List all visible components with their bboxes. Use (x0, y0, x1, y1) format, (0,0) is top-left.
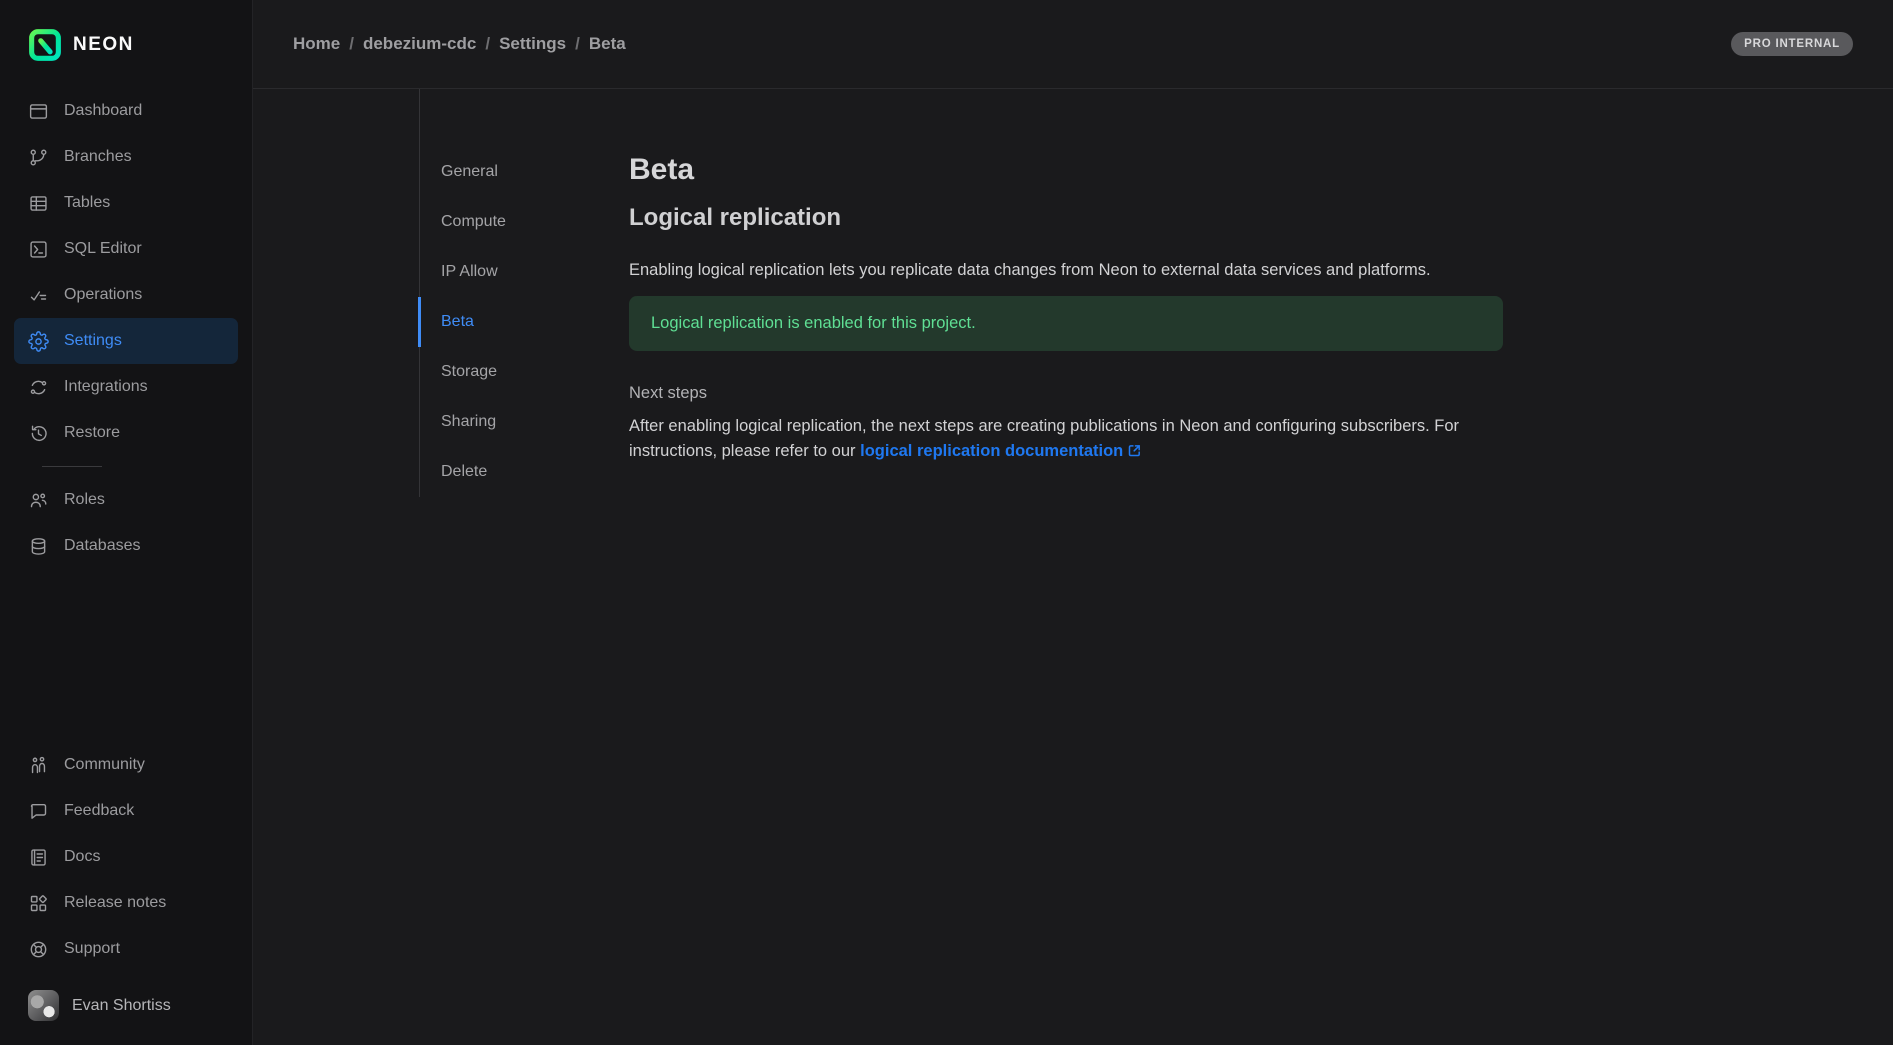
page-header: Home / debezium-cdc / Settings / Beta PR… (253, 0, 1893, 89)
sidebar: NEON Dashboard Branches Tables SQL Edito… (0, 0, 253, 1045)
sidebar-item-settings[interactable]: Settings (14, 318, 238, 364)
settings-tab-general[interactable]: General (418, 147, 629, 197)
success-banner-text: Logical replication is enabled for this … (651, 314, 976, 332)
sidebar-item-support[interactable]: Support (14, 926, 238, 972)
settings-tab-sharing[interactable]: Sharing (418, 397, 629, 447)
sidebar-item-label: Integrations (64, 375, 148, 399)
sidebar-nav-secondary: Roles Databases (14, 477, 238, 569)
branches-icon (28, 147, 49, 168)
sidebar-item-label: Feedback (64, 799, 134, 823)
brand-name: NEON (73, 34, 134, 56)
sidebar-nav-footer: Community Feedback Docs Release notes Su… (14, 742, 238, 972)
sidebar-item-databases[interactable]: Databases (14, 523, 238, 569)
next-steps-text: After enabling logical replication, the … (629, 414, 1489, 466)
community-icon (28, 755, 49, 776)
breadcrumb-project[interactable]: debezium-cdc (363, 34, 476, 54)
settings-tab-storage[interactable]: Storage (418, 347, 629, 397)
database-icon (28, 536, 49, 557)
sidebar-nav-main: Dashboard Branches Tables SQL Editor Ope… (14, 88, 238, 456)
sidebar-item-label: SQL Editor (64, 237, 142, 261)
sidebar-item-dashboard[interactable]: Dashboard (14, 88, 238, 134)
breadcrumb-separator: / (575, 34, 580, 54)
next-steps-label: Next steps (629, 381, 1503, 406)
sidebar-spacer (14, 569, 238, 742)
sidebar-item-branches[interactable]: Branches (14, 134, 238, 180)
sidebar-item-community[interactable]: Community (14, 742, 238, 788)
documentation-link-label: logical replication documentation (860, 442, 1123, 460)
plan-badge: PRO INTERNAL (1731, 32, 1853, 56)
main-area: Home / debezium-cdc / Settings / Beta PR… (253, 0, 1893, 1045)
sidebar-item-label: Branches (64, 145, 132, 169)
user-name: Evan Shortiss (72, 997, 171, 1015)
neon-logo-icon (28, 28, 62, 62)
docs-icon (28, 847, 49, 868)
sql-editor-icon (28, 239, 49, 260)
settings-tab-beta[interactable]: Beta (418, 297, 629, 347)
operations-icon (28, 285, 49, 306)
tables-icon (28, 193, 49, 214)
sidebar-item-label: Databases (64, 534, 141, 558)
user-avatar (28, 990, 59, 1021)
sidebar-item-label: Settings (64, 329, 122, 353)
user-menu[interactable]: Evan Shortiss (14, 980, 238, 1031)
sidebar-item-tables[interactable]: Tables (14, 180, 238, 226)
documentation-link[interactable]: logical replication documentation (860, 442, 1142, 460)
settings-tab-ip-allow[interactable]: IP Allow (418, 247, 629, 297)
breadcrumb-separator: / (349, 34, 354, 54)
support-icon (28, 939, 49, 960)
sidebar-item-label: Docs (64, 845, 100, 869)
roles-icon (28, 490, 49, 511)
sidebar-item-label: Restore (64, 421, 120, 445)
sidebar-item-operations[interactable]: Operations (14, 272, 238, 318)
sidebar-item-label: Community (64, 753, 145, 777)
breadcrumb: Home / debezium-cdc / Settings / Beta (293, 34, 626, 54)
sidebar-item-label: Roles (64, 488, 105, 512)
section-title: Logical replication (629, 203, 1503, 233)
breadcrumb-home[interactable]: Home (293, 34, 340, 54)
sidebar-item-label: Dashboard (64, 99, 142, 123)
brand-logo[interactable]: NEON (14, 28, 238, 62)
settings-tab-delete[interactable]: Delete (418, 447, 629, 497)
sidebar-item-restore[interactable]: Restore (14, 410, 238, 456)
sidebar-item-label: Support (64, 937, 120, 961)
breadcrumb-settings[interactable]: Settings (499, 34, 566, 54)
restore-icon (28, 423, 49, 444)
settings-nav: General Compute IP Allow Beta Storage Sh… (419, 89, 629, 497)
page-title: Beta (629, 151, 1503, 189)
dashboard-icon (28, 101, 49, 122)
integrations-icon (28, 377, 49, 398)
section-description: Enabling logical replication lets you re… (629, 258, 1489, 283)
beta-settings-panel: Beta Logical replication Enabling logica… (629, 89, 1503, 1045)
breadcrumb-current: Beta (589, 34, 626, 54)
external-link-icon (1127, 441, 1142, 466)
sidebar-item-docs[interactable]: Docs (14, 834, 238, 880)
settings-page: General Compute IP Allow Beta Storage Sh… (253, 89, 1893, 1045)
sidebar-item-integrations[interactable]: Integrations (14, 364, 238, 410)
sidebar-item-sql-editor[interactable]: SQL Editor (14, 226, 238, 272)
release-notes-icon (28, 893, 49, 914)
breadcrumb-separator: / (485, 34, 490, 54)
success-banner: Logical replication is enabled for this … (629, 296, 1503, 351)
sidebar-item-roles[interactable]: Roles (14, 477, 238, 523)
sidebar-item-release-notes[interactable]: Release notes (14, 880, 238, 926)
sidebar-divider (42, 466, 102, 467)
gear-icon (28, 331, 49, 352)
feedback-icon (28, 801, 49, 822)
sidebar-item-feedback[interactable]: Feedback (14, 788, 238, 834)
sidebar-item-label: Tables (64, 191, 110, 215)
sidebar-item-label: Operations (64, 283, 142, 307)
settings-tab-compute[interactable]: Compute (418, 197, 629, 247)
sidebar-item-label: Release notes (64, 891, 166, 915)
